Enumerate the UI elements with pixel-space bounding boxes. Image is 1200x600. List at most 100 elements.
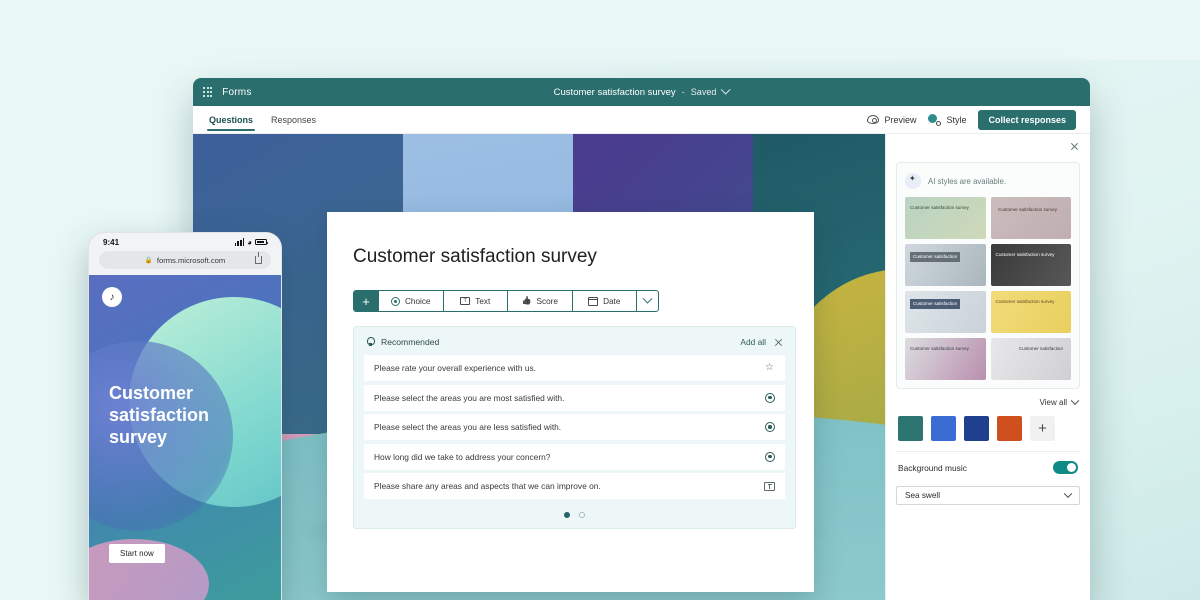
date-label: Date [603, 297, 620, 306]
score-label: Score [537, 297, 558, 306]
theme-thumbnail-grid: Customer satisfaction survey Customer sa… [905, 197, 1071, 380]
recommended-pagination [364, 503, 785, 518]
title-separator: - [682, 87, 685, 98]
theme-caption: Customer satisfaction survey [910, 346, 969, 352]
theme-caption: Customer satisfaction survey [910, 205, 969, 211]
view-all-label: View all [1040, 398, 1067, 407]
color-swatch-row: + [896, 414, 1080, 451]
chevron-down-icon [1071, 396, 1079, 404]
lightbulb-icon [366, 337, 375, 347]
eye-icon [867, 115, 879, 124]
style-button[interactable]: Style [928, 113, 966, 126]
textbox-icon: T [460, 297, 470, 305]
document-title: Customer satisfaction survey [554, 87, 676, 98]
recommended-question-text: Please rate your overall experience with… [374, 363, 765, 373]
document-title-area[interactable]: Customer satisfaction survey - Saved [554, 87, 730, 98]
pagination-dot-1[interactable] [564, 512, 570, 518]
wifi-icon: ◕ [247, 238, 252, 247]
recommended-question-text: Please select the areas you are most sat… [374, 393, 765, 403]
tab-questions[interactable]: Questions [207, 106, 255, 133]
radio-icon [765, 393, 775, 403]
chevron-down-icon[interactable] [721, 84, 731, 94]
choice-label: Choice [405, 297, 431, 306]
screenshot-root: Forms Customer satisfaction survey - Sav… [0, 0, 1200, 600]
theme-thumbnail[interactable]: Customer satisfaction survey [991, 244, 1072, 286]
music-note-icon[interactable]: ♪ [102, 287, 122, 307]
question-type-toolbar: + Choice T Text Score Da [353, 290, 659, 312]
style-label: Style [946, 115, 966, 125]
recommended-question-text: Please select the areas you are less sat… [374, 422, 765, 432]
thumbs-up-icon [522, 297, 532, 306]
color-swatch-teal[interactable] [898, 416, 923, 441]
theme-thumbnail[interactable]: Customer satisfaction survey [991, 291, 1072, 333]
list-item[interactable]: Please select the areas you are less sat… [364, 414, 785, 440]
theme-caption: Customer satisfaction survey [998, 207, 1057, 213]
form-editor-card: Customer satisfaction survey + Choice T … [327, 212, 814, 592]
theme-caption: Customer satisfaction [910, 299, 960, 309]
close-icon[interactable] [1070, 142, 1079, 151]
text-label: Text [475, 297, 490, 306]
theme-thumbnail[interactable]: Customer satisfaction survey [991, 197, 1072, 239]
more-question-types-button[interactable] [636, 291, 658, 311]
preview-button[interactable]: Preview [867, 115, 916, 125]
question-type-date[interactable]: Date [572, 291, 637, 311]
list-item[interactable]: Please rate your overall experience with… [364, 355, 785, 381]
question-type-text[interactable]: T Text [443, 291, 508, 311]
color-swatch-blue[interactable] [931, 416, 956, 441]
add-all-button[interactable]: Add all [740, 337, 766, 347]
calendar-icon [588, 297, 598, 306]
phone-url-bar[interactable]: 🔒 forms.microsoft.com [99, 251, 271, 269]
ribbon-actions: Preview Style Collect responses [867, 110, 1076, 130]
theme-caption: Customer satisfaction survey [996, 252, 1055, 258]
music-track-select[interactable]: Sea swell [896, 486, 1080, 505]
recommended-header: Recommended Add all [364, 335, 785, 355]
list-item[interactable]: Please select the areas you are most sat… [364, 385, 785, 411]
theme-caption: Customer satisfaction [910, 252, 960, 262]
view-all-themes-button[interactable]: View all [896, 389, 1080, 414]
chevron-down-icon [1064, 489, 1072, 497]
theme-thumbnail[interactable]: Customer satisfaction survey [905, 197, 986, 239]
color-swatch-navy[interactable] [964, 416, 989, 441]
battery-icon [255, 239, 267, 245]
chevron-down-icon [643, 293, 653, 303]
form-title[interactable]: Customer satisfaction survey [327, 212, 814, 268]
list-item[interactable]: Please share any areas and aspects that … [364, 473, 785, 499]
share-icon[interactable] [255, 256, 262, 264]
close-icon[interactable] [774, 338, 783, 347]
add-question-button[interactable]: + [354, 291, 378, 311]
phone-form-preview: ♪ Customer satisfaction survey Start now [89, 275, 281, 600]
ribbon-tabs: Questions Responses [207, 106, 318, 133]
radio-icon [391, 297, 400, 306]
start-now-button[interactable]: Start now [109, 544, 165, 563]
collect-responses-button[interactable]: Collect responses [978, 110, 1076, 130]
question-type-choice[interactable]: Choice [378, 291, 443, 311]
phone-mockup: 9:41 ◕ 🔒 forms.microsoft.com ♪ Customer … [88, 232, 282, 600]
palette-icon [928, 113, 941, 126]
phone-form-title: Customer satisfaction survey [109, 383, 239, 449]
question-type-score[interactable]: Score [507, 291, 572, 311]
app-name: Forms [222, 87, 251, 98]
background-music-label: Background music [898, 463, 1053, 473]
save-status: Saved [691, 87, 717, 97]
theme-thumbnail[interactable]: Customer satisfaction survey [905, 338, 986, 380]
theme-thumbnail[interactable]: Customer satisfaction [991, 338, 1072, 380]
pagination-dot-2[interactable] [579, 512, 585, 518]
recommended-panel: Recommended Add all Please rate your ove… [353, 326, 796, 529]
app-launcher-icon[interactable] [203, 87, 212, 96]
star-icon: ☆ [765, 363, 775, 373]
preview-label: Preview [884, 115, 916, 125]
theme-thumbnail[interactable]: Customer satisfaction [905, 291, 986, 333]
radio-icon [765, 452, 775, 462]
recommended-question-text: Please share any areas and aspects that … [374, 481, 764, 491]
ribbon-bar: Questions Responses Preview Style Collec… [193, 106, 1090, 134]
add-color-button[interactable]: + [1030, 416, 1055, 441]
forms-app-window: Forms Customer satisfaction survey - Sav… [193, 78, 1090, 600]
color-swatch-orange[interactable] [997, 416, 1022, 441]
phone-url-text: forms.microsoft.com [157, 256, 225, 265]
tab-responses[interactable]: Responses [269, 106, 318, 133]
theme-thumbnail[interactable]: Customer satisfaction [905, 244, 986, 286]
list-item[interactable]: How long did we take to address your con… [364, 444, 785, 470]
ai-styles-notice[interactable]: AI styles are available. [905, 171, 1071, 197]
background-music-toggle[interactable] [1053, 461, 1078, 474]
radio-icon [765, 422, 775, 432]
